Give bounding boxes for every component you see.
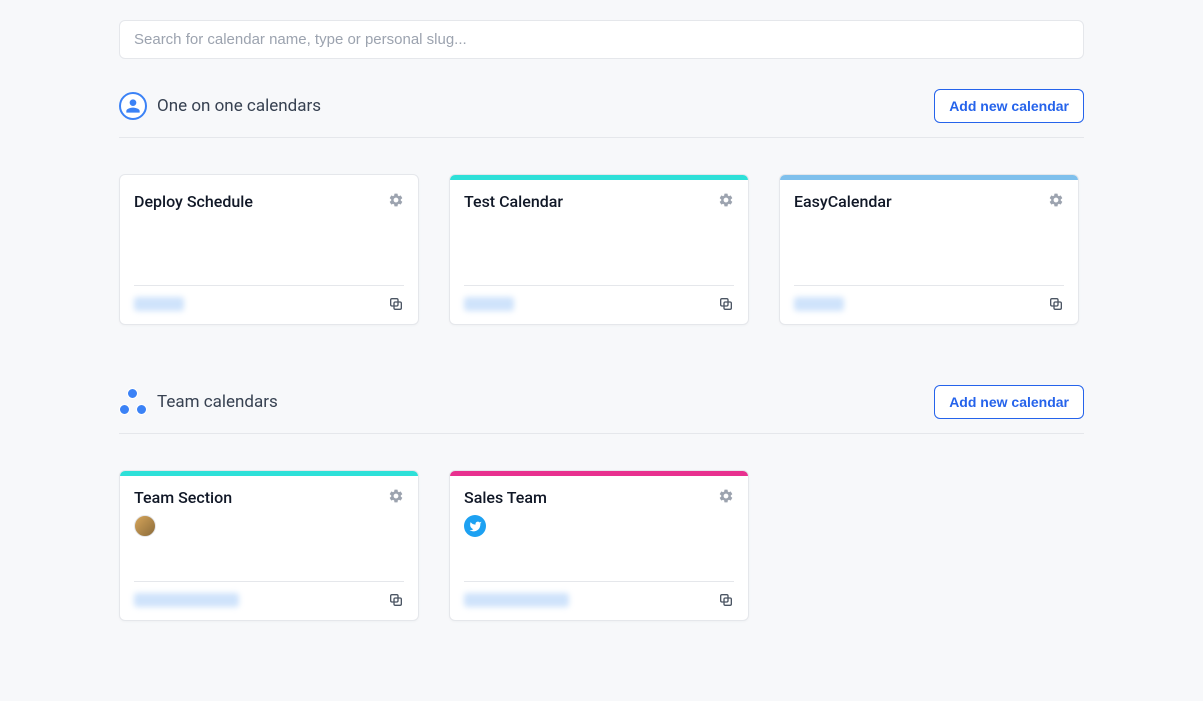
calendar-link[interactable] (134, 593, 239, 607)
card-title: Test Calendar (464, 192, 563, 211)
section-title-team: Team calendars (157, 392, 278, 412)
card-title: EasyCalendar (794, 192, 892, 211)
calendar-card[interactable]: Sales Team (449, 470, 749, 621)
card-title: Team Section (134, 488, 232, 507)
search-input[interactable] (119, 20, 1084, 59)
copy-icon[interactable] (1048, 296, 1064, 312)
section-header-team: Team calendars Add new calendar (119, 385, 1084, 434)
person-icon (119, 92, 147, 120)
gear-icon[interactable] (388, 192, 404, 208)
calendar-link[interactable] (794, 297, 844, 311)
copy-icon[interactable] (388, 296, 404, 312)
gear-icon[interactable] (388, 488, 404, 504)
calendar-card[interactable]: Deploy Schedule (119, 174, 419, 325)
gear-icon[interactable] (718, 192, 734, 208)
add-calendar-button-team[interactable]: Add new calendar (934, 385, 1084, 419)
add-calendar-button-one-on-one[interactable]: Add new calendar (934, 89, 1084, 123)
card-title: Sales Team (464, 488, 547, 507)
calendar-link[interactable] (134, 297, 184, 311)
gear-icon[interactable] (718, 488, 734, 504)
avatar (134, 515, 156, 537)
twitter-icon (464, 515, 486, 537)
copy-icon[interactable] (388, 592, 404, 608)
calendar-card[interactable]: Team Section (119, 470, 419, 621)
card-title: Deploy Schedule (134, 192, 253, 211)
calendar-link[interactable] (464, 593, 569, 607)
copy-icon[interactable] (718, 296, 734, 312)
calendar-link[interactable] (464, 297, 514, 311)
calendar-card[interactable]: Test Calendar (449, 174, 749, 325)
section-title-one-on-one: One on one calendars (157, 96, 321, 116)
calendar-card[interactable]: EasyCalendar (779, 174, 1079, 325)
team-icon (119, 388, 147, 416)
gear-icon[interactable] (1048, 192, 1064, 208)
copy-icon[interactable] (718, 592, 734, 608)
section-header-one-on-one: One on one calendars Add new calendar (119, 89, 1084, 138)
